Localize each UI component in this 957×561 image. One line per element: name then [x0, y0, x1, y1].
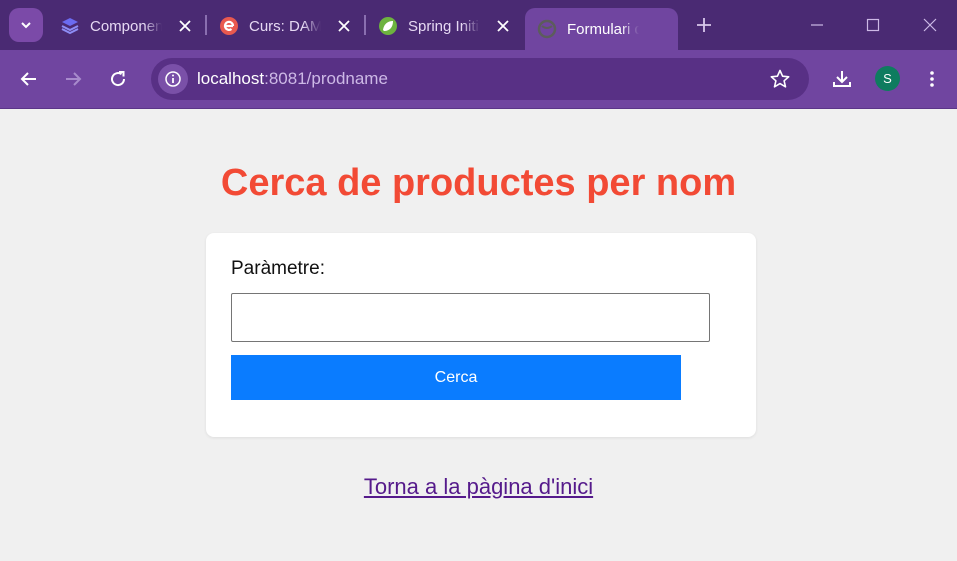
menu-button[interactable] [919, 66, 945, 92]
tab-title: Componen [90, 17, 162, 35]
download-icon [833, 71, 851, 87]
search-button[interactable]: Cerca [231, 355, 681, 400]
tab-title: Curs: DAM [249, 17, 321, 35]
site-info-button[interactable] [158, 64, 188, 94]
kebab-menu-icon [930, 71, 934, 87]
layers-icon [60, 16, 80, 36]
parameter-input[interactable] [231, 293, 710, 342]
maximize-button[interactable] [861, 13, 885, 37]
parameter-label: Paràmetre: [231, 258, 325, 279]
profile-avatar[interactable]: S [875, 66, 900, 91]
maximize-icon [866, 18, 880, 32]
tab-components[interactable]: Componen [48, 8, 203, 44]
close-icon [923, 18, 937, 32]
browser-tab-strip: Componen Curs: DAM Spring Initi Formular… [0, 0, 957, 50]
page-content: Cerca de productes per nom Paràmetre: Ce… [0, 109, 957, 561]
new-tab-button[interactable] [692, 13, 716, 37]
plus-icon [697, 18, 711, 32]
tab-curs-dam[interactable]: Curs: DAM [207, 8, 362, 44]
reload-button[interactable] [105, 66, 131, 92]
tab-title: Spring Initi [408, 17, 479, 35]
back-arrow-icon [20, 72, 36, 86]
back-to-home-link[interactable]: Torna a la pàgina d'inici [364, 474, 593, 499]
tab-title: Formulari d [567, 20, 639, 38]
address-bar[interactable]: localhost:8081/prodname [151, 58, 809, 100]
browser-toolbar: localhost:8081/prodname [0, 50, 957, 109]
star-icon [770, 69, 790, 88]
close-tab-icon[interactable] [175, 16, 195, 36]
url-path: :8081/prodname [264, 69, 388, 88]
tab-spring-initializr[interactable]: Spring Initi [366, 8, 521, 44]
tab-formulari-active[interactable]: Formulari d [525, 8, 678, 50]
search-form-card: Paràmetre: Cerca [206, 233, 756, 437]
url-host: localhost [197, 69, 265, 88]
e-logo-icon [219, 16, 239, 36]
close-window-button[interactable] [918, 13, 942, 37]
forward-button[interactable] [60, 66, 86, 92]
minimize-icon [811, 24, 823, 26]
downloads-button[interactable] [829, 66, 855, 92]
info-icon [165, 71, 181, 87]
globe-icon [537, 19, 557, 39]
reload-icon [111, 71, 126, 87]
page-title: Cerca de productes per nom [220, 162, 737, 204]
back-button[interactable] [16, 66, 42, 92]
close-tab-icon[interactable] [493, 16, 513, 36]
spring-leaf-icon [378, 16, 398, 36]
tab-search-button[interactable] [9, 8, 43, 42]
url-text: localhost:8081/prodname [197, 69, 388, 89]
back-link-container: Torna a la pàgina d'inici [0, 474, 957, 500]
chevron-down-icon [21, 22, 31, 29]
minimize-button[interactable] [805, 13, 829, 37]
bookmark-button[interactable] [769, 68, 791, 90]
close-tab-icon[interactable] [334, 16, 354, 36]
forward-arrow-icon [66, 72, 82, 86]
